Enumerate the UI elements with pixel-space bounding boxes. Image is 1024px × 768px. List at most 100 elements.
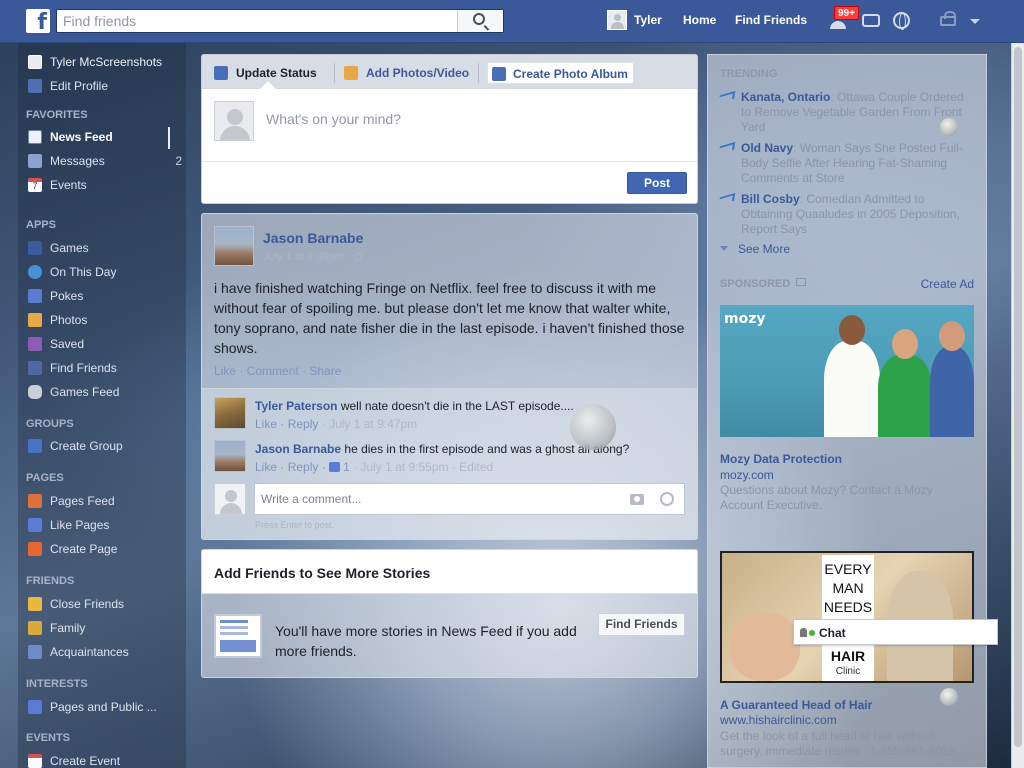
- ad-url[interactable]: www.hishairclinic.com: [720, 713, 837, 727]
- comment-timestamp[interactable]: July 1 at 9:47pm: [329, 417, 417, 431]
- chevron-down-icon: [720, 246, 728, 251]
- notifications-globe-icon[interactable]: [893, 12, 910, 30]
- planet-decoration: [570, 404, 616, 450]
- chat-bar[interactable]: Chat: [793, 619, 998, 645]
- sidebar-item-events[interactable]: 7 Events: [26, 175, 186, 195]
- like-link[interactable]: Like: [214, 364, 236, 378]
- sidebar-item-games[interactable]: Games: [26, 238, 186, 258]
- page-scrollbar[interactable]: [1011, 43, 1024, 768]
- sidebar-item-label: Pokes: [50, 289, 84, 303]
- clock-icon: [28, 265, 42, 279]
- share-link[interactable]: Share: [309, 364, 341, 378]
- trending-topic[interactable]: Bill Cosby: [741, 192, 800, 206]
- top-bar: f Tyler Home Find Friends 99+: [0, 0, 1024, 43]
- story-timestamp[interactable]: July 1 at 9:39pm ·: [263, 251, 362, 263]
- nav-home-link[interactable]: Home: [683, 13, 716, 27]
- sidebar-item-label: Games Feed: [50, 385, 120, 399]
- audience-globe-icon[interactable]: [353, 253, 362, 261]
- emoji-icon[interactable]: [660, 492, 674, 506]
- story-text: i have finished watching Fringe on Netfl…: [214, 280, 685, 356]
- sidebar-item-label: Events: [50, 178, 87, 192]
- ad-url[interactable]: mozy.com: [720, 468, 774, 482]
- comment-like-link[interactable]: Like: [255, 460, 277, 474]
- find-friends-button[interactable]: Find Friends: [598, 613, 685, 636]
- commenter-avatar[interactable]: [214, 397, 246, 429]
- status-input[interactable]: What's on your mind?: [266, 111, 401, 127]
- sidebar-item-on-this-day[interactable]: On This Day: [26, 262, 186, 282]
- section-header-groups: GROUPS: [26, 418, 74, 430]
- sidebar-item-find-friends[interactable]: Find Friends: [26, 358, 186, 378]
- sidebar-item-games-feed[interactable]: Games Feed: [26, 382, 186, 402]
- sidebar-item-create-page[interactable]: Create Page: [26, 539, 186, 559]
- comment-reply-link[interactable]: Reply: [288, 417, 319, 431]
- sidebar-item-saved[interactable]: Saved: [26, 334, 186, 354]
- post-button[interactable]: Post: [627, 172, 687, 194]
- sidebar-item-like-pages[interactable]: Like Pages: [26, 515, 186, 535]
- comment-link[interactable]: Comment: [247, 364, 299, 378]
- sidebar-item-messages[interactable]: Messages 2: [26, 151, 186, 171]
- sidebar-profile-link[interactable]: Tyler McScreenshots: [26, 52, 186, 72]
- sidebar-item-photos[interactable]: Photos: [26, 310, 186, 330]
- sidebar-profile-name: Tyler McScreenshots: [50, 55, 163, 69]
- ad-image[interactable]: mozy: [720, 305, 974, 437]
- comment-reply-link[interactable]: Reply: [288, 460, 319, 474]
- sidebar-item-pages-feed[interactable]: Pages Feed: [26, 491, 186, 511]
- like-pages-icon: [28, 518, 42, 532]
- author-avatar[interactable]: [214, 226, 254, 266]
- sidebar-item-create-group[interactable]: Create Group: [26, 436, 186, 456]
- sidebar-item-pages-and-public[interactable]: Pages and Public ...: [26, 697, 186, 717]
- comment-author[interactable]: Jason Barnabe: [255, 442, 341, 456]
- nav-find-friends-link[interactable]: Find Friends: [735, 13, 807, 27]
- ad-person: [730, 613, 800, 681]
- nav-profile-link[interactable]: Tyler: [634, 13, 662, 27]
- star-icon: [28, 597, 42, 611]
- ad-title[interactable]: Mozy Data Protection: [720, 452, 842, 466]
- search-button[interactable]: [457, 10, 503, 32]
- section-header-favorites: FAVORITES: [26, 109, 88, 121]
- account-menu-caret-icon[interactable]: [970, 19, 980, 24]
- search-input[interactable]: [57, 10, 457, 32]
- trending-body: Old Navy: Woman Says She Posted Full-Bod…: [741, 141, 976, 186]
- facebook-logo-icon[interactable]: f: [26, 9, 50, 33]
- comment-input[interactable]: [261, 488, 611, 510]
- create-ad-link[interactable]: Create Ad: [921, 277, 974, 291]
- sidebar-item-acquaintances[interactable]: Acquaintances: [26, 642, 186, 662]
- commenter-avatar[interactable]: [214, 440, 246, 472]
- ad-text-panel: EVERY MAN NEEDS BHC HAIR Clinic: [822, 555, 874, 681]
- trending-topic[interactable]: Old Navy: [741, 141, 793, 155]
- sidebar-item-label: Like Pages: [50, 518, 110, 532]
- scrollbar-thumb[interactable]: [1014, 47, 1022, 747]
- ad-description: Get the look of a full head of hair with…: [720, 729, 956, 758]
- add-friends-header: Add Friends to See More Stories: [202, 550, 697, 594]
- comment-box: [254, 483, 685, 515]
- sidebar-item-label: Pages and Public ...: [50, 700, 157, 714]
- trending-see-more[interactable]: See More: [720, 242, 790, 256]
- sidebar-item-close-friends[interactable]: Close Friends: [26, 594, 186, 614]
- sidebar-edit-profile[interactable]: Edit Profile: [26, 76, 186, 96]
- sidebar-item-create-event[interactable]: Create Event: [26, 751, 186, 768]
- create-page-icon: [28, 542, 42, 556]
- acquaintances-icon: [28, 645, 42, 659]
- story-time-text: July 1 at 9:39pm ·: [263, 251, 354, 263]
- comment-like-link[interactable]: Like: [255, 417, 277, 431]
- messages-icon[interactable]: [862, 14, 880, 27]
- sidebar-item-news-feed[interactable]: News Feed: [26, 127, 186, 147]
- comment-author[interactable]: Tyler Paterson: [255, 399, 337, 413]
- comment-like-count[interactable]: 1: [343, 460, 350, 474]
- ad-title[interactable]: A Guaranteed Head of Hair: [720, 698, 872, 712]
- privacy-shortcuts-icon[interactable]: [940, 11, 956, 26]
- games-icon: [28, 241, 42, 255]
- tab-add-photos-video[interactable]: Add Photos/Video: [344, 62, 474, 84]
- trending-topic[interactable]: Kanata, Ontario: [741, 90, 830, 104]
- megaphone-icon[interactable]: [796, 278, 806, 286]
- ad-image[interactable]: EVERY MAN NEEDS BHC HAIR Clinic: [720, 551, 974, 683]
- sidebar-item-pokes[interactable]: Pokes: [26, 286, 186, 306]
- camera-icon[interactable]: [630, 494, 644, 505]
- comment-timestamp[interactable]: July 1 at 9:55pm · Edited: [360, 460, 493, 474]
- add-friends-card: Add Friends to See More Stories You'll h…: [201, 549, 698, 678]
- user-avatar[interactable]: [607, 10, 627, 30]
- sidebar-item-family[interactable]: Family: [26, 618, 186, 638]
- add-friends-text: You'll have more stories in News Feed if…: [275, 623, 577, 659]
- story-author[interactable]: Jason Barnabe: [263, 230, 363, 246]
- tab-create-photo-album[interactable]: Create Photo Album: [487, 62, 634, 84]
